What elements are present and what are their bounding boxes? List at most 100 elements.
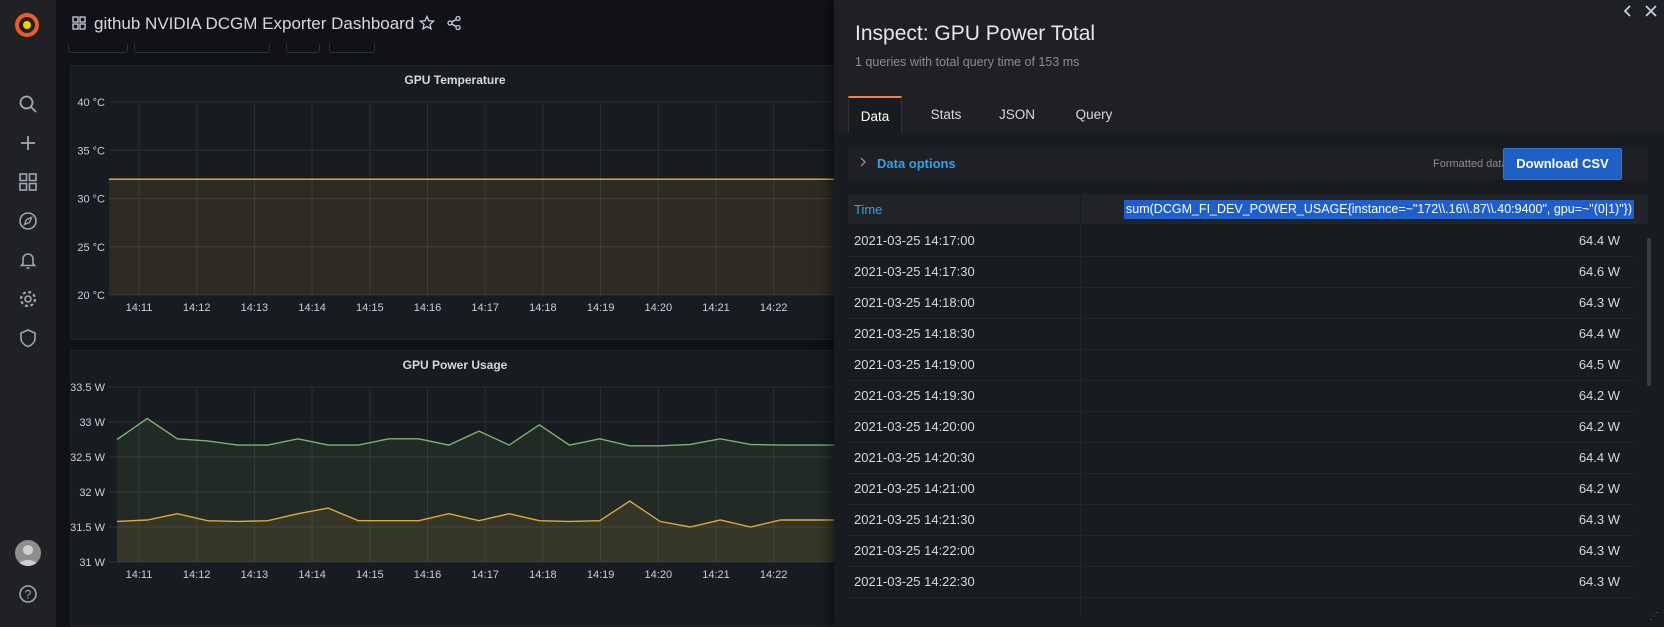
svg-text:?: ? bbox=[25, 588, 32, 602]
chevron-right-icon[interactable] bbox=[858, 156, 868, 171]
dashboard-title[interactable]: github NVIDIA DCGM Exporter Dashboard bbox=[94, 14, 414, 34]
search-icon[interactable] bbox=[14, 90, 42, 118]
x-tick-label: 14:18 bbox=[529, 569, 557, 581]
x-tick-label: 14:22 bbox=[760, 569, 788, 581]
x-tick-label: 14:16 bbox=[414, 569, 442, 581]
dashboards-grid-icon[interactable] bbox=[72, 16, 86, 35]
x-tick-label: 14:22 bbox=[760, 302, 788, 314]
tab-json[interactable]: JSON bbox=[984, 96, 1050, 133]
cell-time: 2021-03-25 14:20:30 bbox=[854, 450, 975, 465]
x-tick-label: 14:17 bbox=[471, 569, 499, 581]
variable-picker[interactable] bbox=[134, 44, 270, 53]
temperature-chart: 40 °C 35 °C 30 °C 25 °C 20 °C 14:11 14:12 14:13… bbox=[77, 97, 841, 314]
cell-time: 2021-03-25 14:18:00 bbox=[854, 295, 975, 310]
column-header-time[interactable]: Time bbox=[854, 202, 882, 217]
cell-time: 2021-03-25 14:19:00 bbox=[854, 357, 975, 372]
table-row: 2021-03-25 14:17:30 64.6 W bbox=[848, 255, 1634, 288]
y-tick-label: 40 °C bbox=[77, 97, 105, 109]
x-tick-label: 14:11 bbox=[126, 302, 153, 314]
panel-gpu-power-usage[interactable]: GPU Power Usage 33.5 W 33 W 32.5 W 32 W 31.5… bbox=[70, 350, 841, 627]
series-area bbox=[109, 179, 841, 295]
tab-data[interactable]: Data bbox=[848, 96, 902, 133]
cell-value: 64.4 W bbox=[1578, 326, 1620, 341]
table-scrollbar[interactable] bbox=[1647, 238, 1651, 386]
y-tick-label: 30 °C bbox=[77, 194, 105, 206]
x-tick-label: 14:13 bbox=[241, 302, 269, 314]
variable-picker[interactable] bbox=[329, 44, 375, 53]
tab-query[interactable]: Query bbox=[1060, 96, 1128, 133]
y-tick-label: 33 W bbox=[79, 417, 105, 429]
y-tick-label: 25 °C bbox=[77, 242, 105, 254]
cell-time: 2021-03-25 14:17:00 bbox=[854, 233, 975, 248]
table-row: 2021-03-25 14:20:00 64.2 W bbox=[848, 410, 1634, 443]
x-tick-label: 14:13 bbox=[241, 569, 269, 581]
x-tick-label: 14:12 bbox=[183, 302, 211, 314]
panel-gpu-temperature[interactable]: GPU Temperature 40 °C 35 °C 30 °C 25 °C 20 °… bbox=[70, 65, 841, 340]
cell-time: 2021-03-25 14:18:30 bbox=[854, 326, 975, 341]
cell-time: 2021-03-25 14:20:00 bbox=[854, 419, 975, 434]
cell-time: 2021-03-25 14:21:30 bbox=[854, 512, 975, 527]
cell-value: 64.3 W bbox=[1578, 512, 1620, 527]
column-header-value[interactable]: sum(DCGM_FI_DEV_POWER_USAGE{instance=~"1… bbox=[1124, 200, 1634, 219]
alerting-bell-icon[interactable] bbox=[14, 246, 42, 274]
cell-value: 64.3 W bbox=[1578, 543, 1620, 558]
cell-time: 2021-03-25 14:21:00 bbox=[854, 481, 975, 496]
cell-value: 64.3 W bbox=[1578, 295, 1620, 310]
x-tick-label: 14:21 bbox=[702, 302, 730, 314]
help-icon[interactable]: ? bbox=[14, 580, 42, 608]
configuration-gear-icon[interactable] bbox=[14, 285, 42, 313]
inspect-drawer: Inspect: GPU Power Total 1 queries with … bbox=[834, 0, 1664, 627]
x-tick-label: 14:17 bbox=[471, 302, 499, 314]
inspect-title: Inspect: GPU Power Total bbox=[855, 22, 1096, 45]
cell-time: 2021-03-25 14:22:30 bbox=[854, 574, 975, 589]
table-row: 2021-03-25 14:21:30 64.3 W bbox=[848, 503, 1634, 536]
grafana-window: ? github NVIDIA DCGM Exporter Dashboard … bbox=[0, 0, 1664, 627]
cell-time: 2021-03-25 14:19:30 bbox=[854, 388, 975, 403]
table-row: 2021-03-25 14:22:30 64.3 W bbox=[848, 565, 1634, 598]
user-avatar[interactable] bbox=[15, 540, 41, 566]
y-tick-label: 32 W bbox=[79, 487, 105, 499]
y-tick-label: 32.5 W bbox=[71, 452, 106, 464]
cell-time: 2021-03-25 14:22:00 bbox=[854, 543, 975, 558]
explore-compass-icon[interactable] bbox=[14, 207, 42, 235]
y-tick-label: 31.5 W bbox=[71, 522, 106, 534]
y-tick-label: 35 °C bbox=[77, 145, 105, 157]
x-tick-label: 14:19 bbox=[587, 302, 615, 314]
plus-icon[interactable] bbox=[14, 129, 42, 157]
dashboard-area: github NVIDIA DCGM Exporter Dashboard GP… bbox=[56, 0, 841, 627]
table-row: 2021-03-25 14:18:30 64.4 W bbox=[848, 317, 1634, 350]
column-resize-handle[interactable] bbox=[1080, 194, 1081, 224]
table-header: Time sum(DCGM_FI_DEV_POWER_USAGE{instanc… bbox=[848, 194, 1648, 224]
cell-value: 64.3 W bbox=[1578, 574, 1620, 589]
x-tick-label: 14:20 bbox=[645, 302, 673, 314]
dashboards-icon[interactable] bbox=[14, 168, 42, 196]
table-row: 2021-03-25 14:17:00 64.4 W bbox=[848, 224, 1634, 257]
resize-handle-icon[interactable]: ⋰ bbox=[1649, 611, 1659, 622]
x-tick-label: 14:15 bbox=[356, 569, 384, 581]
data-options-toggle[interactable]: Data options bbox=[877, 156, 956, 171]
power-usage-chart: 33.5 W 33 W 32.5 W 32 W 31.5 W 31 W 14:11 14:12… bbox=[71, 382, 841, 581]
table-row: 2021-03-25 14:20:30 64.4 W bbox=[848, 441, 1634, 474]
star-icon[interactable] bbox=[418, 14, 436, 36]
x-tick-label: 14:20 bbox=[645, 569, 673, 581]
x-tick-label: 14:12 bbox=[183, 569, 211, 581]
x-tick-label: 14:15 bbox=[356, 302, 384, 314]
x-tick-label: 14:14 bbox=[298, 302, 326, 314]
download-csv-button[interactable]: Download CSV bbox=[1503, 148, 1622, 180]
cell-time: 2021-03-25 14:17:30 bbox=[854, 264, 975, 279]
server-admin-shield-icon[interactable] bbox=[14, 324, 42, 352]
cell-value: 64.4 W bbox=[1578, 233, 1620, 248]
variable-picker[interactable] bbox=[68, 44, 128, 53]
x-tick-label: 14:18 bbox=[529, 302, 557, 314]
y-tick-label: 20 °C bbox=[77, 290, 105, 302]
expand-chevron-left-icon[interactable] bbox=[1619, 4, 1637, 22]
variable-picker[interactable] bbox=[286, 44, 320, 53]
data-options-bar: Data options Formatted data Download CSV bbox=[848, 148, 1648, 180]
share-icon[interactable] bbox=[446, 15, 462, 36]
close-icon[interactable] bbox=[1642, 4, 1660, 22]
cell-value: 64.2 W bbox=[1578, 419, 1620, 434]
tab-stats[interactable]: Stats bbox=[916, 96, 976, 133]
table-row: 2021-03-25 14:22:00 64.3 W bbox=[848, 534, 1634, 567]
grafana-logo[interactable] bbox=[10, 8, 44, 42]
x-tick-label: 14:14 bbox=[298, 569, 326, 581]
